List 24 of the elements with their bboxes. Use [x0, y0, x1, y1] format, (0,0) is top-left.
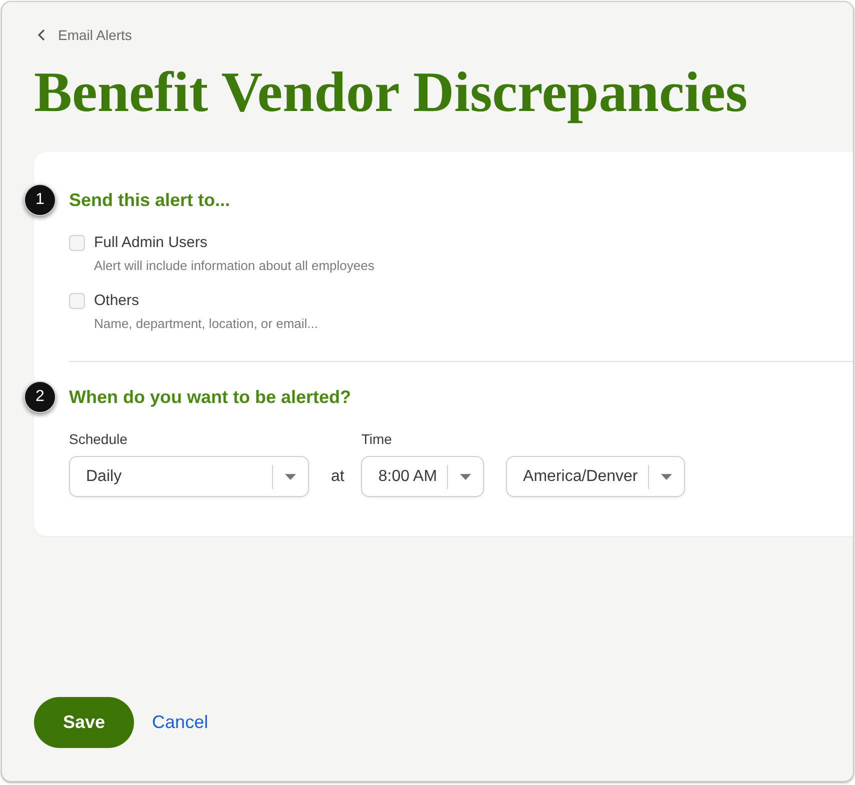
page-title: Benefit Vendor Discrepancies	[34, 62, 748, 124]
select-dropdown[interactable]: America/Denver	[506, 456, 685, 497]
option-description: Name, department, location, or email...	[94, 315, 318, 333]
section-heading: When do you want to be alerted?	[69, 386, 352, 409]
select-dropdown[interactable]: 8:00 AM	[361, 456, 484, 497]
step-badge: 1	[24, 184, 56, 216]
save-button[interactable]: Save	[34, 697, 134, 748]
select-dropdown[interactable]: Daily	[69, 456, 309, 497]
option-description: Alert will include information about all employees	[94, 257, 374, 275]
cancel-link[interactable]: Cancel	[152, 712, 208, 733]
section-heading: Send this alert to...	[69, 189, 230, 212]
checkbox-label[interactable]: Full Admin Users	[94, 233, 374, 253]
field-label: Schedule	[69, 430, 128, 448]
caret-icon	[660, 474, 672, 480]
chevron-left-icon	[37, 29, 45, 41]
back-link[interactable]: Email Alerts	[37, 26, 132, 44]
caret-icon	[460, 474, 472, 480]
connector-text: at	[331, 467, 344, 487]
field-label: Time	[361, 430, 393, 448]
step-badge: 2	[24, 381, 56, 413]
checkbox[interactable]	[69, 293, 85, 309]
checkbox[interactable]	[69, 235, 85, 251]
checkbox-label[interactable]: Others	[94, 291, 318, 311]
caret-icon	[285, 474, 296, 480]
